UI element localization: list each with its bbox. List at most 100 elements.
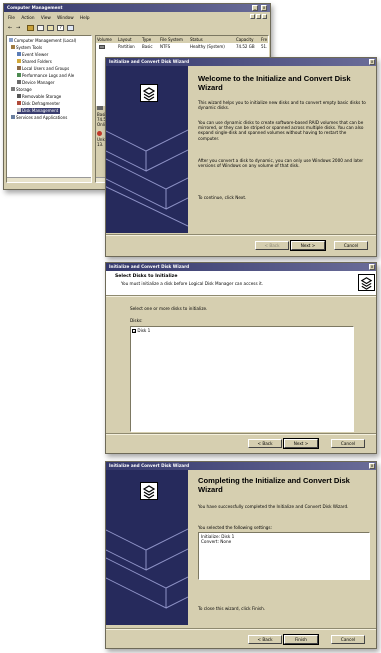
volume-list-header: Volume Layout Type File System Status Ca… bbox=[96, 36, 268, 43]
wizard3-heading: Completing the Initialize and Convert Di… bbox=[198, 476, 350, 494]
wizard1-next-button[interactable]: Next > bbox=[290, 240, 326, 251]
wizard3-back-button[interactable]: < Back bbox=[248, 635, 282, 644]
tree-item-system-tools[interactable]: System Tools bbox=[11, 45, 42, 51]
tree-item-removable-storage[interactable]: Removable Storage bbox=[17, 94, 61, 100]
wizard3-side-banner bbox=[106, 470, 188, 625]
col-layout[interactable]: Layout bbox=[118, 36, 132, 43]
cell-capacity: 74.52 GB bbox=[236, 44, 255, 49]
wizard-select-disks-window: Initialize and Convert Disk Wizard x Sel… bbox=[105, 262, 377, 454]
col-free[interactable]: Fre bbox=[261, 36, 267, 43]
tree-item-device-manager[interactable]: Device Manager bbox=[17, 80, 54, 86]
col-volume[interactable]: Volume bbox=[97, 36, 112, 43]
minimize-button[interactable]: _ bbox=[252, 5, 258, 11]
tree-item-services-apps[interactable]: Services and Applications bbox=[11, 115, 67, 121]
tree-item-performance-logs[interactable]: Performance Logs and Ale bbox=[17, 73, 74, 79]
wizard2-instruction: Select one or more disks to initialize. bbox=[130, 306, 208, 311]
close-button[interactable]: x bbox=[261, 5, 267, 11]
col-file-system[interactable]: File System bbox=[160, 36, 183, 43]
tree-item-local-users[interactable]: Local Users and Groups bbox=[17, 66, 69, 72]
wizard1-cancel-button[interactable]: Cancel bbox=[334, 241, 368, 250]
wizard1-separator bbox=[106, 234, 376, 236]
tree-item-storage[interactable]: Storage bbox=[11, 87, 32, 93]
disk-list-item[interactable]: ✓ Disk 1 bbox=[132, 328, 352, 334]
inner-minimize-button[interactable] bbox=[250, 14, 255, 19]
tree-horizontal-scrollbar[interactable] bbox=[7, 177, 91, 182]
inner-restore-button[interactable] bbox=[256, 14, 261, 19]
col-capacity[interactable]: Capacity bbox=[236, 36, 253, 43]
wizard2-disk-icon bbox=[358, 274, 375, 291]
disk1-alert-icon bbox=[97, 131, 102, 136]
volume-icon bbox=[99, 45, 105, 49]
refresh-icon[interactable] bbox=[67, 25, 74, 31]
inner-close-button[interactable] bbox=[262, 14, 267, 19]
tree-item-disk-defragmenter[interactable]: Disk Defragmenter bbox=[17, 101, 60, 107]
mmc-title-bar: Computer Management bbox=[4, 4, 270, 12]
forward-arrow-icon[interactable]: → bbox=[16, 25, 23, 31]
menu-bar: File Action View Window Help bbox=[8, 14, 90, 21]
wizard2-back-button[interactable]: < Back bbox=[248, 439, 282, 448]
wizard3-title-bar: Initialize and Convert Disk Wizard bbox=[106, 462, 376, 470]
wizard2-close-button[interactable]: x bbox=[369, 264, 375, 270]
wizard1-title-bar: Initialize and Convert Disk Wizard bbox=[106, 58, 376, 66]
wizard1-title: Initialize and Convert Disk Wizard bbox=[109, 59, 190, 64]
wizard3-disk-icon bbox=[140, 482, 158, 500]
wizard2-separator bbox=[106, 433, 376, 435]
wizard3-separator bbox=[106, 628, 376, 630]
wizard1-heading: Welcome to the Initialize and Convert Di… bbox=[198, 74, 351, 92]
wizard1-close-button[interactable]: x bbox=[369, 59, 375, 65]
mmc-inner-buttons bbox=[250, 14, 268, 20]
console-tree: Computer Management (Local) System Tools… bbox=[6, 35, 92, 183]
wizard2-title-bar: Initialize and Convert Disk Wizard bbox=[106, 263, 376, 271]
menu-window[interactable]: Window bbox=[57, 15, 74, 20]
wizard3-close-text: To close this wizard, click Finish. bbox=[198, 606, 266, 611]
tree-item-root[interactable]: Computer Management (Local) bbox=[9, 38, 76, 44]
setting-convert: Convert: None bbox=[201, 539, 232, 545]
wizard2-heading: Select Disks to Initialize bbox=[115, 274, 178, 279]
tree-item-shared-folders[interactable]: Shared Folders bbox=[17, 59, 52, 65]
col-status[interactable]: Status bbox=[190, 36, 203, 43]
menu-action[interactable]: Action bbox=[21, 15, 34, 20]
cell-layout: Partition bbox=[118, 44, 135, 49]
disk1-checkbox[interactable]: ✓ bbox=[132, 329, 136, 334]
volume-row[interactable]: Partition Basic NTFS Healthy (System) 74… bbox=[96, 44, 268, 50]
cell-type: Basic bbox=[142, 44, 153, 49]
show-tree-icon[interactable] bbox=[37, 25, 44, 31]
menu-file[interactable]: File bbox=[8, 15, 15, 20]
wizard2-disk-list: ✓ Disk 1 bbox=[130, 326, 354, 432]
wizard-welcome-window: Initialize and Convert Disk Wizard x Wel… bbox=[105, 57, 377, 257]
wizard3-title: Initialize and Convert Disk Wizard bbox=[109, 463, 190, 468]
disk-icon bbox=[97, 106, 103, 110]
up-folder-icon[interactable] bbox=[27, 25, 34, 31]
wizard3-settings-label: You selected the following settings: bbox=[198, 525, 273, 530]
wizard-complete-window: Initialize and Convert Disk Wizard x Com… bbox=[105, 461, 377, 649]
cell-file-system: NTFS bbox=[160, 44, 171, 49]
wizard1-paragraph-3: After you convert a disk to dynamic, you… bbox=[198, 158, 364, 169]
properties-icon[interactable] bbox=[47, 25, 54, 31]
wizard1-side-banner bbox=[106, 66, 188, 233]
help-icon[interactable]: ? bbox=[57, 25, 64, 31]
wizard2-header: Select Disks to Initialize You must init… bbox=[106, 271, 376, 295]
back-arrow-icon[interactable]: ← bbox=[8, 25, 15, 31]
wizard-disk-icon bbox=[140, 84, 158, 102]
wizard2-cancel-button[interactable]: Cancel bbox=[331, 439, 365, 448]
wizard3-settings-box: Initialize: Disk 1 Convert: None bbox=[198, 532, 370, 580]
wizard1-paragraph-4: To continue, click Next. bbox=[198, 195, 247, 200]
tree-item-disk-management[interactable]: Disk Management bbox=[17, 108, 61, 114]
menu-help[interactable]: Help bbox=[80, 15, 90, 20]
mmc-title: Computer Management bbox=[7, 5, 63, 10]
cell-free: 51. bbox=[261, 44, 268, 49]
tree-item-event-viewer[interactable]: Event Viewer bbox=[17, 52, 48, 58]
wizard2-title: Initialize and Convert Disk Wizard bbox=[109, 264, 190, 269]
wizard1-paragraph-2: You can use dynamic disks to create soft… bbox=[198, 120, 364, 141]
wizard2-subheading: You must initialize a disk before Logica… bbox=[121, 281, 264, 286]
cell-status: Healthy (System) bbox=[190, 44, 225, 49]
wizard1-paragraph-1: This wizard helps you to initialize new … bbox=[198, 100, 366, 111]
col-type[interactable]: Type bbox=[142, 36, 151, 43]
wizard2-next-button[interactable]: Next > bbox=[283, 438, 319, 449]
menu-view[interactable]: View bbox=[41, 15, 51, 20]
wizard3-close-button[interactable]: x bbox=[369, 463, 375, 469]
wizard3-finish-button[interactable]: Finish bbox=[283, 634, 319, 645]
wizard3-cancel-button[interactable]: Cancel bbox=[331, 635, 365, 644]
wizard1-back-button[interactable]: < Back bbox=[255, 241, 289, 250]
wizard2-header-separator bbox=[106, 295, 376, 297]
